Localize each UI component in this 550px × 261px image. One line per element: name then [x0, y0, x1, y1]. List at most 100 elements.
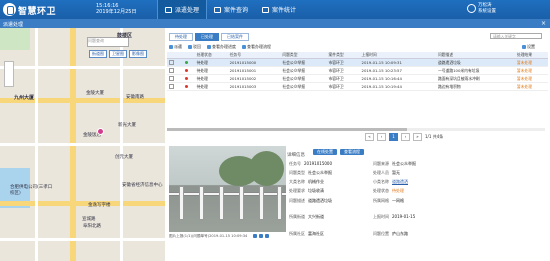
table-row[interactable]: 待处理 20191015000 社会公众举报 市容环卫 2019-01-15 1… — [167, 58, 548, 67]
cell-result: 暂未处理 — [514, 66, 548, 75]
field-key: 上报时间 — [373, 214, 389, 219]
scroll-thumb[interactable] — [167, 128, 407, 131]
download-icon[interactable] — [265, 234, 269, 238]
status-tabs: 待处理 已处理 已结案件 — [169, 33, 249, 41]
chart-icon — [262, 6, 270, 13]
tab-processed[interactable]: 已处理 — [195, 33, 219, 41]
cell-desc: 路面有深坑且被雨水冲刷 — [435, 74, 515, 83]
search-icon — [214, 6, 222, 13]
detail-field: 处理状态 待处理 — [373, 188, 404, 194]
map-satellite-button[interactable]: 卫星图 — [109, 50, 127, 58]
detail-field: 上报时间 2019-01-15 — [373, 214, 415, 220]
photo-railing-post — [199, 186, 204, 220]
field-key: 问题类型 — [289, 170, 305, 175]
view-flow-button[interactable]: 查看办理流程 — [242, 44, 271, 50]
first-page-button[interactable]: « — [365, 133, 374, 141]
table-row[interactable]: 待处理 20191015001 社会公众举报 市容环卫 2019-01-15 1… — [167, 66, 548, 75]
photo-railing-post — [219, 186, 224, 220]
logo-icon — [3, 3, 16, 16]
map-view[interactable]: 问题查询 街道图 卫星图 影像图 鼓楼区 九州大厦 金陵大厦 创元大厦 安徽南路… — [0, 28, 165, 261]
map-marker-icon[interactable] — [97, 128, 104, 135]
nav-case-stats[interactable]: 案件统计 — [255, 0, 303, 19]
prev-page-button[interactable]: ‹ — [377, 133, 386, 141]
map-label: 金逸写字楼 — [88, 203, 111, 208]
map-zoom-controls[interactable] — [4, 61, 14, 87]
settings-label: 设置 — [527, 44, 535, 49]
app-title: 智慧环卫 — [18, 7, 57, 17]
toolbar: 派遣 驳回 查看办理进度 查看办理流程 — [169, 44, 271, 50]
row-checkbox[interactable] — [169, 67, 174, 73]
dispatch-panel: 待处理 已处理 已结案件 请输入关键字 派遣 驳回 查看办理进度 查看办理流程 … — [165, 28, 550, 261]
page-number[interactable]: 1 — [389, 133, 398, 141]
page-summary: 1/1 共4条 — [425, 134, 444, 139]
next-page-button[interactable]: › — [401, 133, 410, 141]
field-value: 社会公众举报 — [308, 170, 332, 175]
detail-field: 问题类型 社会公众举报 — [289, 170, 332, 176]
cell-type: 社会公众举报 — [280, 82, 327, 91]
field-value: 20191015000 — [304, 161, 332, 166]
cell-status: 待处理 — [194, 58, 228, 67]
row-checkbox[interactable] — [169, 83, 174, 89]
photo-railing-post — [239, 186, 244, 220]
cell-task: 20191015000 — [227, 58, 281, 67]
cell-desc: 一号道路100米内有垃圾 — [435, 66, 515, 75]
tab-pending[interactable]: 待处理 — [169, 33, 193, 41]
map-imagery-button[interactable]: 影像图 — [129, 50, 147, 58]
cell-task: 20191015002 — [227, 74, 281, 83]
dispatch-icon — [165, 6, 172, 13]
window-titlebar: 派遣处理 × — [0, 19, 550, 28]
nav-case-query[interactable]: 案件查询 — [207, 0, 255, 19]
map-road — [0, 143, 165, 146]
map-road — [0, 238, 165, 241]
view-flow-detail-button[interactable]: 查看流程 — [340, 149, 364, 155]
map-park — [0, 28, 30, 50]
settings-link[interactable]: 系统设置 — [478, 9, 496, 15]
zoom-in-icon[interactable] — [253, 234, 257, 238]
online-handle-button[interactable]: 在线处置 — [313, 149, 337, 155]
cell-task: 20191015003 — [227, 82, 281, 91]
field-value: 2019-01-15 — [392, 214, 416, 219]
map-label: 合肥供电公司(三孝口校区) — [10, 185, 53, 196]
detail-field: 所属网格 一网格 — [373, 198, 404, 204]
status-dot-icon — [184, 69, 188, 72]
cell-result: 暂未处理 — [514, 82, 548, 91]
detail-field: 所属街道 大兴街道 — [289, 214, 324, 220]
table-row[interactable]: 待处理 20191015003 社会公众举报 市容环卫 2019-01-15 1… — [167, 82, 548, 91]
table-row[interactable]: 待处理 20191015002 社会公众举报 市容环卫 2019-01-15 1… — [167, 74, 548, 83]
panel-search-placeholder: 请输入关键字 — [493, 34, 516, 39]
view-progress-button[interactable]: 查看办理进度 — [207, 44, 236, 50]
user-menu[interactable]: 万松涛 系统设置 — [478, 3, 496, 15]
tab-closed[interactable]: 已结案件 — [221, 33, 249, 41]
avatar[interactable] — [467, 4, 476, 13]
flow-icon — [242, 45, 246, 49]
cell-result: 暂未处理 — [514, 74, 548, 83]
field-value[interactable]: 道路遗洒 — [392, 179, 408, 184]
zoom-out-icon[interactable] — [259, 234, 263, 238]
field-key: 问题来源 — [373, 161, 389, 166]
nav-label: 派遣处理 — [175, 7, 200, 14]
last-page-button[interactable]: » — [413, 133, 422, 141]
detail-field: 处理要求 垃圾收清 — [289, 188, 324, 194]
detail-field: 问题位置 庐山东路 — [373, 231, 408, 237]
gear-icon — [522, 45, 526, 49]
nav-label: 案件查询 — [224, 7, 249, 14]
dispatch-button[interactable]: 派遣 — [169, 44, 182, 50]
map-street-button[interactable]: 街道图 — [89, 50, 107, 58]
horizontal-scrollbar[interactable] — [167, 128, 545, 131]
nav-dispatch[interactable]: 派遣处理 — [157, 0, 208, 19]
detail-field: 任务号 20191015000 — [289, 161, 332, 167]
window-title: 派遣处理 — [3, 22, 24, 28]
field-key: 任务号 — [289, 161, 301, 166]
cell-type: 社会公众举报 — [280, 58, 327, 67]
row-checkbox[interactable] — [169, 75, 174, 81]
case-table: 处理状态 任务号 问题类型 案件类型 上报时间 问题描述 处理结果 待处理 20… — [167, 52, 548, 91]
case-photo[interactable] — [169, 146, 286, 232]
row-checkbox[interactable] — [169, 59, 174, 65]
reject-button[interactable]: 驳回 — [188, 44, 201, 50]
settings-button[interactable]: 设置 — [522, 44, 535, 50]
cell-time: 2019-01-15 10:16:44 — [359, 74, 436, 83]
field-key: 所属社区 — [289, 231, 305, 236]
panel-search-input[interactable]: 请输入关键字 — [490, 33, 542, 39]
cell-status: 待处理 — [194, 82, 228, 91]
close-icon[interactable]: × — [541, 20, 546, 27]
